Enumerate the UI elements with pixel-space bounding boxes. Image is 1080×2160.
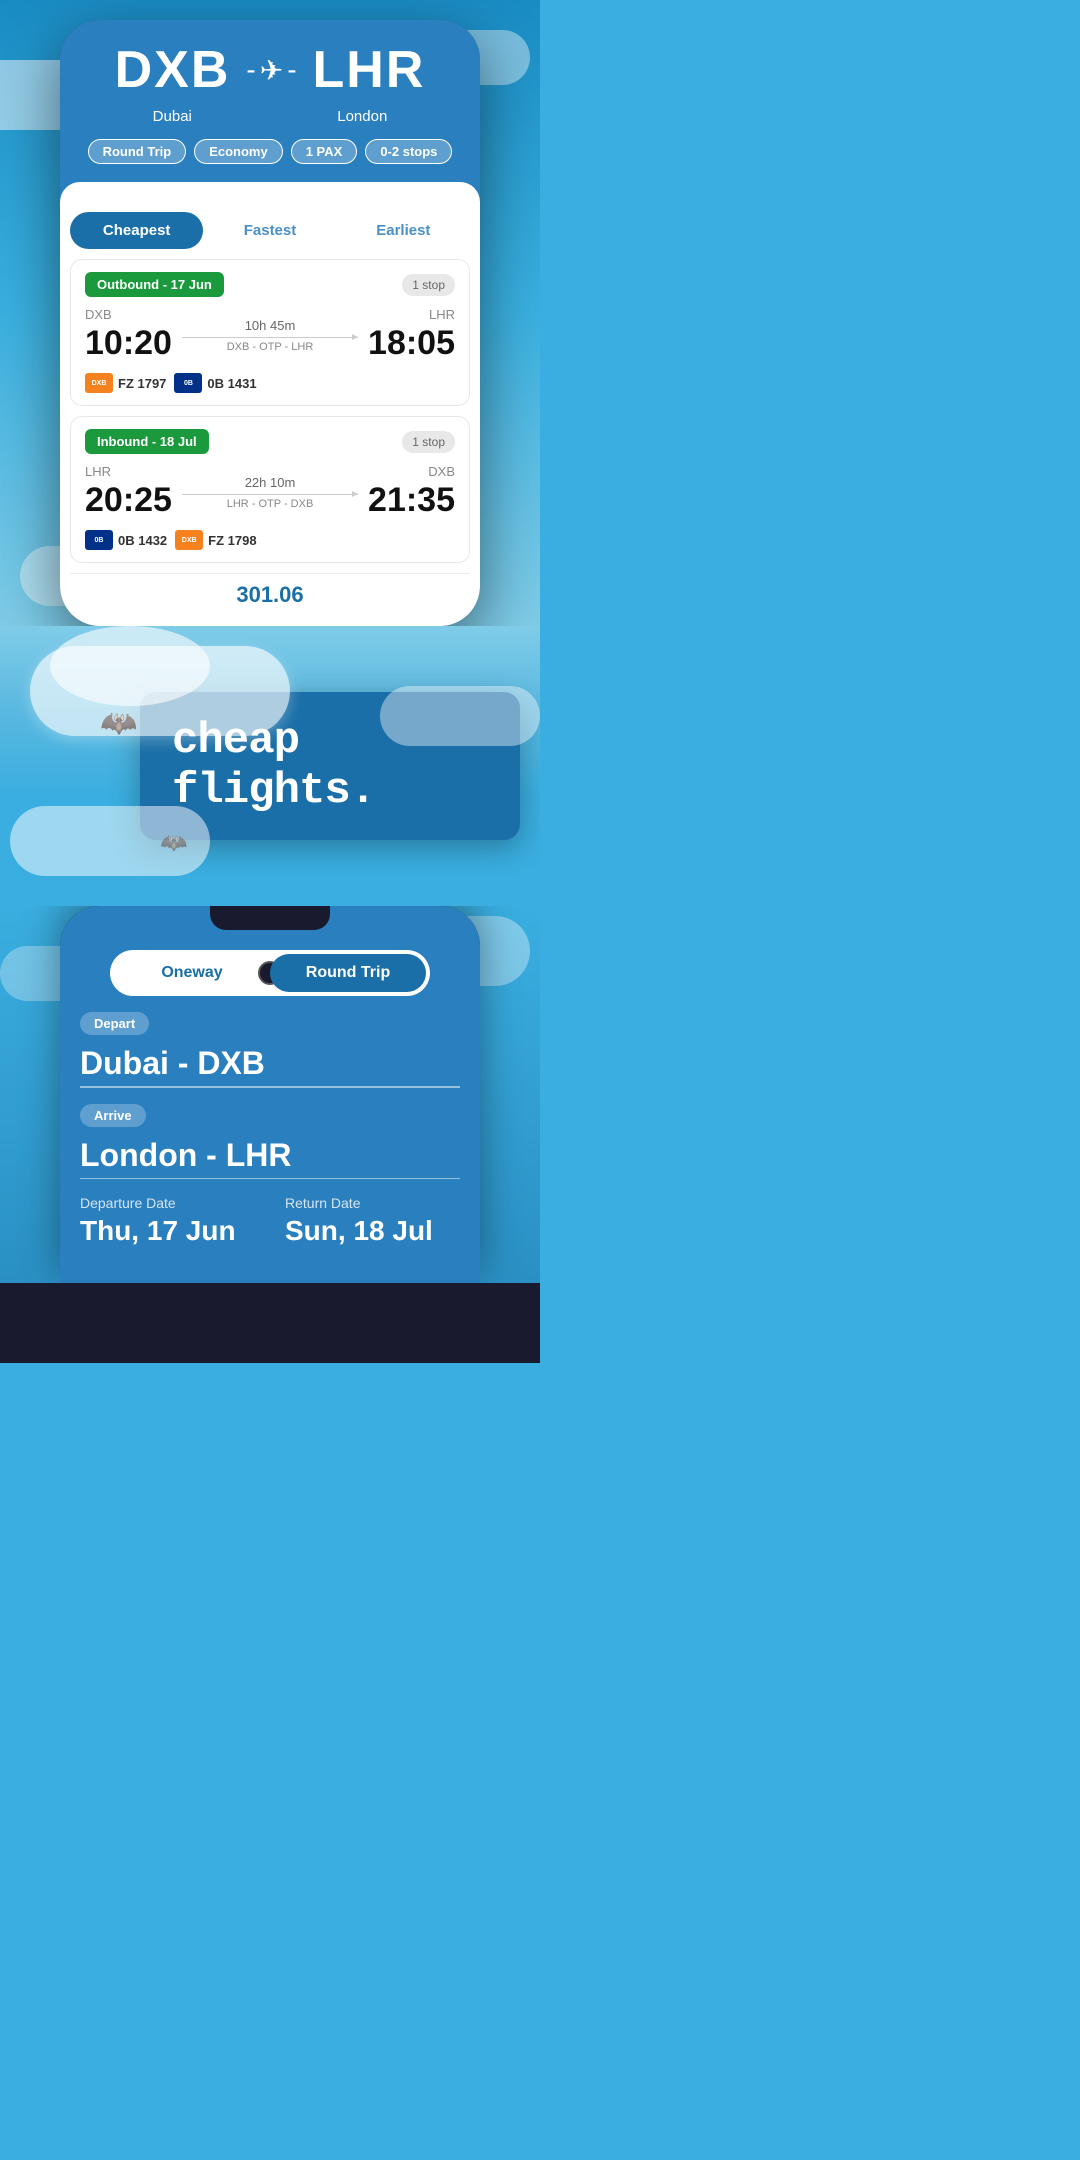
arrive-section: Arrive London - LHR [80, 1104, 460, 1180]
outbound-to: LHR [368, 307, 455, 322]
inbound-duration-line [182, 494, 358, 495]
phone-mockup-1: DXB -✈- LHR Dubai London Round Trip Econ… [60, 20, 480, 626]
dest-code: LHR [313, 40, 426, 100]
price-value: 301.06 [236, 582, 303, 607]
tab-earliest[interactable]: Earliest [337, 212, 470, 249]
flight-arrow-icon: -✈- [246, 54, 296, 87]
inbound-flight1-code: 0B 1432 [118, 533, 167, 548]
outbound-flight-card: Outbound - 17 Jun 1 stop DXB 10:20 10h 4… [70, 259, 470, 406]
phone-mockup-2: Oneway Round Trip Depart Dubai - DXB Arr… [60, 906, 480, 1283]
return-date-label: Return Date [285, 1195, 460, 1211]
inbound-flight-card: Inbound - 18 Jul 1 stop LHR 20:25 22h 10… [70, 416, 470, 563]
outbound-via: DXB - OTP - LHR [182, 341, 358, 353]
arrive-divider [80, 1178, 460, 1180]
dubai-logo-2: DXB [175, 530, 203, 550]
inbound-depart: 20:25 [85, 481, 172, 520]
blue-logo-1: 0B [174, 373, 202, 393]
tab-bar: Cheapest Fastest Earliest [60, 212, 480, 259]
inbound-flight2-code: FZ 1798 [208, 533, 256, 548]
dubai-logo-1: DXB [85, 373, 113, 393]
inbound-via: LHR - OTP - DXB [182, 498, 358, 510]
outbound-stops: 1 stop [402, 274, 455, 296]
outbound-label: Outbound - 17 Jun [85, 272, 224, 297]
inbound-airline2: DXB FZ 1798 [175, 530, 256, 550]
return-date-field[interactable]: Return Date Sun, 18 Jul [285, 1195, 460, 1247]
inbound-airline1: 0B 0B 1432 [85, 530, 167, 550]
price-display: 301.06 [70, 573, 470, 616]
tab-fastest[interactable]: Fastest [203, 212, 336, 249]
stops-tag[interactable]: 0-2 stops [365, 139, 452, 164]
tab-cheapest[interactable]: Cheapest [70, 212, 203, 249]
outbound-airline2: 0B 0B 1431 [174, 373, 256, 393]
trip-type-toggle[interactable]: Oneway Round Trip [110, 950, 430, 996]
outbound-depart: 10:20 [85, 324, 172, 363]
trip-type-tag[interactable]: Round Trip [88, 139, 187, 164]
outbound-duration: 10h 45m [182, 318, 358, 333]
inbound-stops: 1 stop [402, 431, 455, 453]
inbound-duration: 22h 10m [182, 475, 358, 490]
cabin-tag[interactable]: Economy [194, 139, 283, 164]
inbound-from: LHR [85, 464, 172, 479]
departure-date-label: Departure Date [80, 1195, 255, 1211]
arrive-label: Arrive [80, 1104, 146, 1127]
inbound-label: Inbound - 18 Jul [85, 429, 209, 454]
outbound-from: DXB [85, 307, 172, 322]
toggle-oneway[interactable]: Oneway [114, 954, 270, 992]
depart-section: Depart Dubai - DXB [80, 1012, 460, 1088]
passengers-tag[interactable]: 1 PAX [291, 139, 358, 164]
arrive-value[interactable]: London - LHR [80, 1137, 460, 1174]
return-date-value: Sun, 18 Jul [285, 1215, 460, 1247]
origin-code: DXB [115, 40, 231, 100]
inbound-arrive: 21:35 [368, 481, 455, 520]
search-form: Depart Dubai - DXB Arrive London - LHR D… [60, 996, 480, 1263]
origin-city: Dubai [153, 108, 192, 125]
phone-notch [210, 906, 330, 930]
outbound-flight1-code: FZ 1797 [118, 376, 166, 391]
inbound-to: DXB [368, 464, 455, 479]
outbound-flight2-code: 0B 1431 [207, 376, 256, 391]
outbound-airline1: DXB FZ 1797 [85, 373, 166, 393]
dest-city: London [337, 108, 387, 125]
duration-line [182, 337, 358, 338]
departure-date-field[interactable]: Departure Date Thu, 17 Jun [80, 1195, 255, 1247]
toggle-roundtrip[interactable]: Round Trip [270, 954, 426, 992]
depart-label: Depart [80, 1012, 149, 1035]
outbound-arrive: 18:05 [368, 324, 455, 363]
dates-row: Departure Date Thu, 17 Jun Return Date S… [80, 1195, 460, 1247]
depart-divider [80, 1086, 460, 1088]
bottom-section [0, 1283, 540, 1363]
depart-value[interactable]: Dubai - DXB [80, 1045, 460, 1082]
departure-date-value: Thu, 17 Jun [80, 1215, 255, 1247]
blue-logo-2: 0B [85, 530, 113, 550]
